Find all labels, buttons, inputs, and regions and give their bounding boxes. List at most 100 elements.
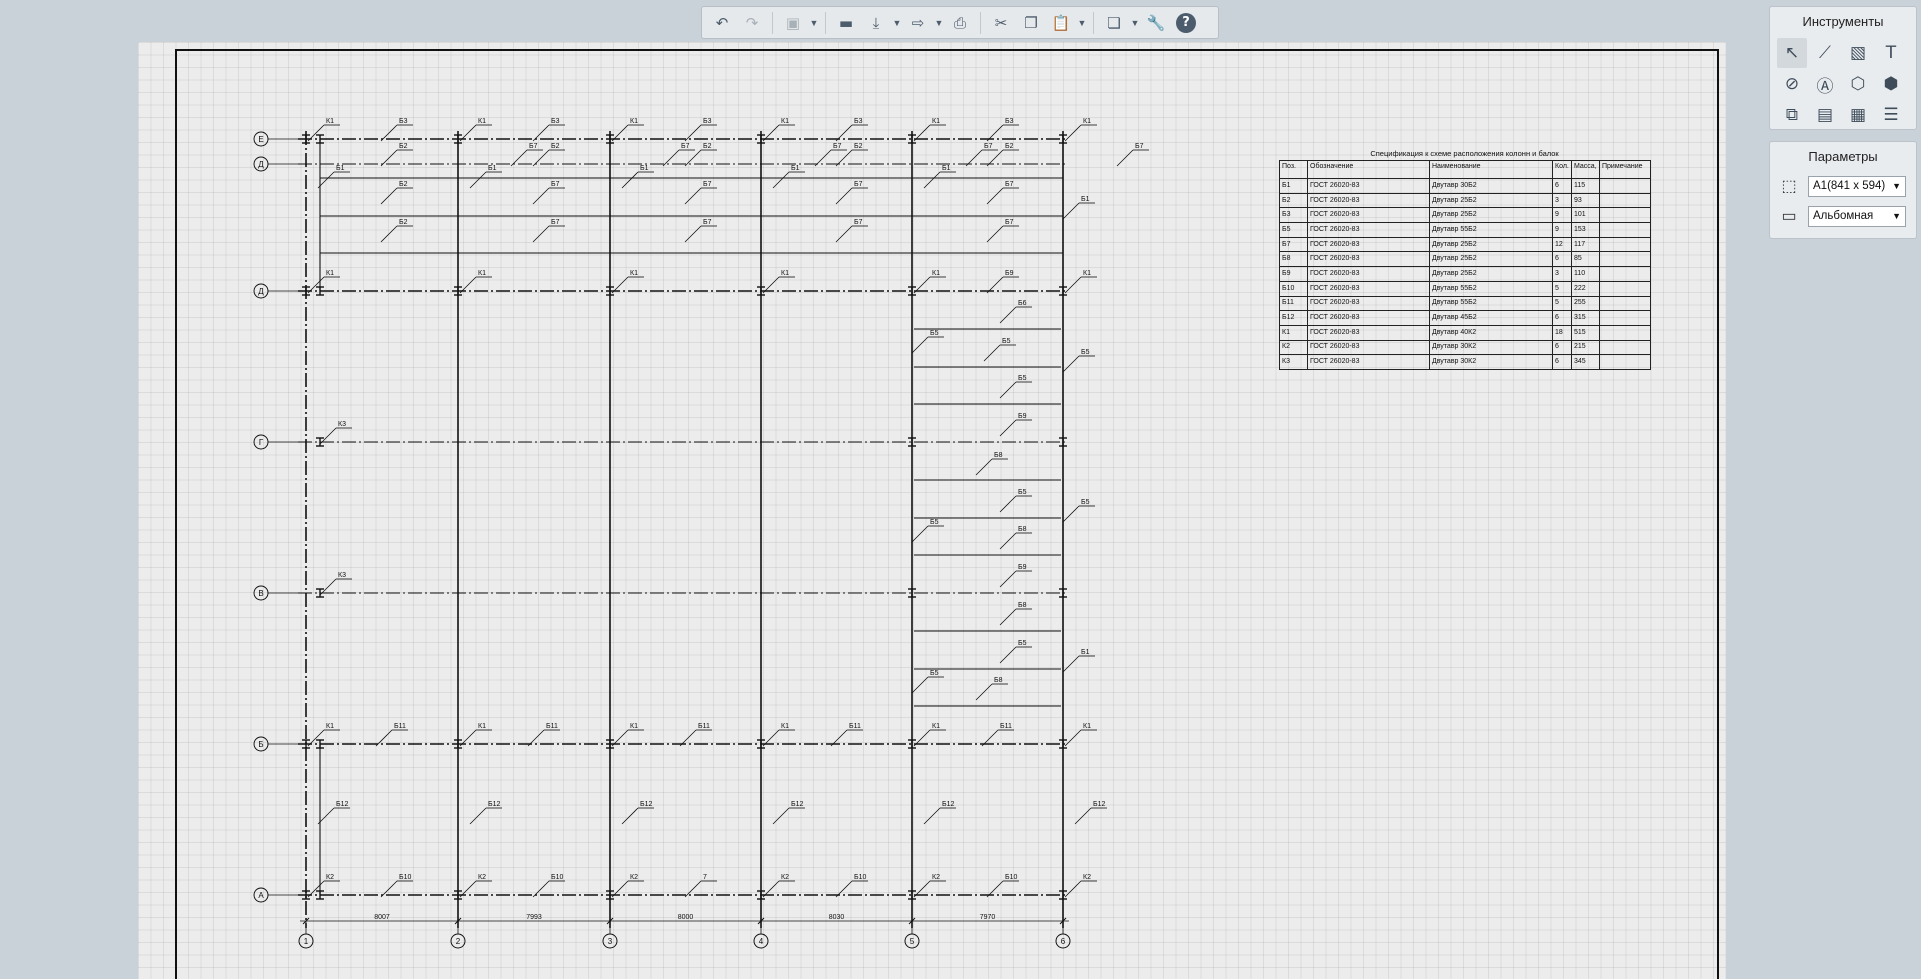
spec-table-row: К1 ГОСТ 26020-83 Двутавр 40К2 18 515 <box>1279 324 1651 341</box>
spec-cell: 153 <box>1571 222 1600 238</box>
orientation-select-value: Альбомная <box>1813 210 1874 222</box>
help-button[interactable]: ? <box>1172 10 1200 36</box>
chevron-down-icon[interactable]: ▼ <box>809 10 819 36</box>
text-tool[interactable]: T <box>1876 38 1906 68</box>
select-tool[interactable]: ↖ <box>1777 38 1807 68</box>
dimension-value: 7970 <box>980 914 996 921</box>
specification-icon: ▤ <box>1816 105 1834 125</box>
leader-line <box>986 225 1004 243</box>
toolbar-separator <box>980 11 981 34</box>
leader-line <box>1062 505 1080 523</box>
dimension-icon: ⊘ <box>1784 74 1800 94</box>
line-tool[interactable]: ⟋ <box>1810 38 1840 68</box>
spec-cell: ГОСТ 26020-83 <box>1307 324 1430 341</box>
dimension-value: 8030 <box>829 914 845 921</box>
copy-button[interactable]: ❐ <box>1017 10 1045 36</box>
spec-cell: ГОСТ 26020-83 <box>1307 280 1430 297</box>
print-button[interactable]: ⎙ <box>946 10 974 36</box>
chevron-down-icon[interactable]: ▼ <box>1077 10 1087 36</box>
table-tool[interactable]: ▦ <box>1843 100 1873 130</box>
layers-button[interactable]: ❏ <box>1100 10 1128 36</box>
spec-cell: Б2 <box>1279 192 1308 209</box>
text-icon: T <box>1885 43 1897 63</box>
export-button[interactable]: ⇨ <box>904 10 932 36</box>
toolbar-separator <box>1093 11 1094 34</box>
chevron-down-icon[interactable]: ▼ <box>934 10 944 36</box>
spec-cell: Б11 <box>1279 295 1308 312</box>
spec-cell: Б9 <box>1279 266 1308 282</box>
spec-cell: Б7 <box>1279 236 1308 253</box>
col-axis-label: 3 <box>608 937 613 946</box>
leader-line <box>999 381 1017 399</box>
member-label: Б1 <box>488 165 497 172</box>
spec-cell: 101 <box>1571 207 1600 224</box>
leader-line <box>469 171 487 189</box>
spec-cell: 85 <box>1571 251 1600 268</box>
member-label: Б1 <box>791 165 800 172</box>
marker-icon: Ⓐ <box>1816 76 1834 97</box>
chevron-down-icon[interactable]: ▼ <box>1130 10 1140 36</box>
member-label: Б12 <box>336 801 348 808</box>
spec-cell: 345 <box>1571 354 1600 370</box>
model-tool[interactable]: ⬢ <box>1876 69 1906 99</box>
col-axis-label: 1 <box>304 937 309 946</box>
spec-cell: Двутавр 30К2 <box>1429 354 1553 370</box>
member-label: Б7 <box>984 143 993 150</box>
spec-cell: 6 <box>1552 178 1572 194</box>
3d-view-button[interactable]: ▣ <box>779 10 807 36</box>
leader-line <box>999 570 1017 588</box>
spec-cell: 3 <box>1552 266 1572 282</box>
cut-button[interactable]: ✂ <box>987 10 1015 36</box>
beam-label: Б3 <box>551 118 560 125</box>
marker-tool[interactable]: Ⓐ <box>1810 69 1840 99</box>
list-icon: ☰ <box>1883 105 1899 125</box>
spec-cell: 9 <box>1552 207 1572 224</box>
spec-cell: ГОСТ 26020-83 <box>1307 266 1430 282</box>
leader-line <box>999 608 1017 626</box>
leader-line <box>1062 655 1080 673</box>
column-label: К1 <box>326 118 334 125</box>
spec-table-grid: Поз.ОбозначениеНаименованиеКол.Масса, кг… <box>1279 160 1651 370</box>
save-button[interactable]: ⤓ <box>862 10 890 36</box>
spec-table-row: Б10 ГОСТ 26020-83 Двутавр 55Б2 5 222 <box>1279 280 1651 297</box>
spec-cell: 115 <box>1571 178 1600 194</box>
sheet-tool[interactable]: ⧉ <box>1777 100 1807 130</box>
spec-cell: 6 <box>1552 354 1572 370</box>
undo-button[interactable]: ↶ <box>708 10 736 36</box>
member-label: Б12 <box>488 801 500 808</box>
member-label: Б5 <box>1018 375 1027 382</box>
spec-tool[interactable]: ▤ <box>1810 100 1840 130</box>
hatch-tool[interactable]: ▧ <box>1843 38 1873 68</box>
leader-line <box>380 187 398 205</box>
member-label: Б10 <box>551 874 563 881</box>
orientation-select[interactable]: Альбомная ▼ <box>1808 205 1906 227</box>
row-axis-label: Е <box>258 135 263 144</box>
leader-line <box>621 807 639 825</box>
sheet-format-icon: ⬚ <box>1781 178 1797 195</box>
col-axis-label: 5 <box>910 937 915 946</box>
column-label: К2 <box>1083 874 1091 881</box>
spec-cell: Двутавр 25Б2 <box>1429 251 1553 268</box>
leader-line <box>684 225 702 243</box>
spec-table-row: К2 ГОСТ 26020-83 Двутавр 30К2 6 215 <box>1279 339 1651 356</box>
view-tool[interactable]: ⬡ <box>1843 69 1873 99</box>
format-select[interactable]: A1(841 x 594) ▼ <box>1808 175 1906 197</box>
redo-button[interactable]: ↷ <box>738 10 766 36</box>
column-label: К1 <box>326 270 334 277</box>
open-button[interactable]: ▬ <box>832 10 860 36</box>
member-label: Б10 <box>854 874 866 881</box>
list-tool[interactable]: ☰ <box>1876 100 1906 130</box>
parameters-panel-title: Параметры <box>1808 149 1878 164</box>
leader-line <box>986 149 1004 167</box>
chevron-down-icon[interactable]: ▼ <box>892 10 902 36</box>
spec-header-cell: Поз. <box>1279 160 1308 179</box>
specification-table[interactable]: Спецификация к схеме расположения колонн… <box>1279 148 1651 370</box>
member-label: Б8 <box>1018 602 1027 609</box>
settings-button[interactable]: 🔧 <box>1142 10 1170 36</box>
spec-cell: Двутавр 25Б2 <box>1429 266 1553 282</box>
leader-line <box>532 225 550 243</box>
leader-line <box>1062 202 1080 220</box>
paste-button[interactable]: 📋 <box>1047 10 1075 36</box>
member-label: Б5 <box>1002 338 1011 345</box>
dimension-tool[interactable]: ⊘ <box>1777 69 1807 99</box>
